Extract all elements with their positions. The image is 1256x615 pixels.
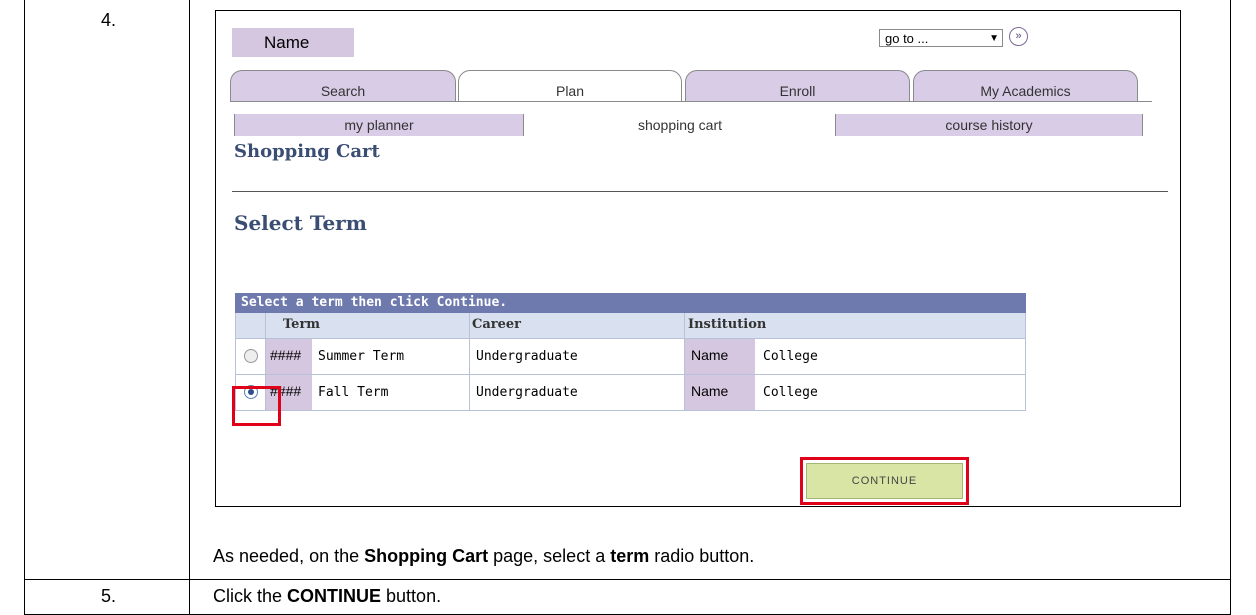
step-number: 4. [101, 10, 117, 30]
institution-code: Name [691, 383, 729, 399]
continue-highlight [800, 457, 969, 505]
table-row: #### Fall Term Undergraduate Name Colleg… [235, 375, 1026, 411]
tab-search[interactable]: Search [230, 70, 456, 102]
tab-my-academics[interactable]: My Academics [913, 70, 1138, 102]
subtab-my-planner[interactable]: my planner [234, 114, 524, 136]
term-radio[interactable] [244, 349, 258, 363]
term-name: Summer Term [318, 349, 405, 364]
tab-divider [230, 101, 1152, 102]
term-code: #### [270, 347, 302, 363]
title-divider [232, 191, 1168, 192]
user-name-label: Name [232, 28, 354, 57]
radio-highlight [232, 386, 281, 426]
section-title: Select Term [234, 211, 367, 235]
term-name: Fall Term [318, 385, 389, 400]
step-instruction: Click the CONTINUE button. [213, 586, 442, 606]
dropdown-arrow-icon: ▼ [989, 33, 999, 44]
column-header-career: Career [472, 317, 522, 332]
goto-value: go to ... [885, 31, 929, 46]
grid-caption: Select a term then click Continue. [235, 293, 1026, 313]
column-header-institution: Institution [688, 317, 767, 332]
goto-select[interactable]: go to ... ▼ [879, 29, 1003, 47]
double-chevron-right-icon[interactable]: » [1009, 27, 1028, 46]
column-header-term: Term [283, 317, 321, 332]
term-grid: Select a term then click Continue. Term … [235, 293, 1026, 411]
screenshot-frame: Name go to ... ▼ » Search Plan Enroll My … [215, 10, 1181, 507]
career-value: Undergraduate [476, 385, 578, 400]
tab-enroll[interactable]: Enroll [685, 70, 910, 102]
step-number: 5. [101, 586, 117, 606]
tab-plan[interactable]: Plan [458, 70, 682, 102]
subtab-course-history[interactable]: course history [835, 114, 1143, 136]
step-instruction: As needed, on the Shopping Cart page, se… [213, 546, 755, 566]
institution-code: Name [691, 347, 729, 363]
subtab-shopping-cart[interactable]: shopping cart [528, 114, 832, 136]
institution-name: College [763, 385, 818, 400]
career-value: Undergraduate [476, 349, 578, 364]
institution-name: College [763, 349, 818, 364]
page-title: Shopping Cart [234, 141, 380, 162]
table-row: #### Summer Term Undergraduate Name Coll… [235, 339, 1026, 375]
grid-header: Term Career Institution [235, 313, 1026, 339]
